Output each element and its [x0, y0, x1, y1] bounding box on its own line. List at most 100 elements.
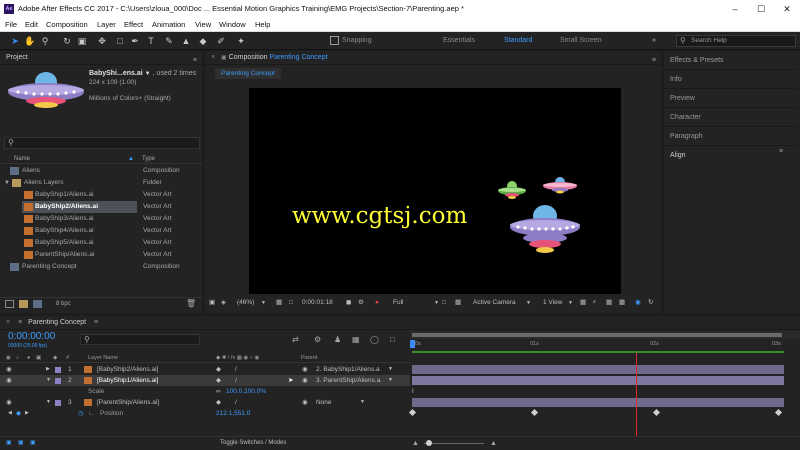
motion-blur-icon[interactable]: ◯ — [370, 335, 379, 344]
menu-edit[interactable]: Edit — [25, 18, 38, 32]
timecode-display[interactable]: 0:00:01:18 — [302, 297, 333, 309]
keyframe[interactable] — [652, 408, 661, 417]
frame-blending-icon[interactable]: ▦ — [352, 335, 360, 344]
work-area-bar[interactable] — [412, 351, 784, 353]
minimize-button[interactable]: – — [722, 0, 748, 18]
parent-dropdown[interactable]: 2. BabyShip1/Aliens.a — [316, 364, 380, 375]
keyframe[interactable] — [774, 408, 783, 417]
menu-layer[interactable]: Layer — [97, 18, 116, 32]
quality-switch-icon[interactable]: / — [235, 364, 237, 375]
composition-tab[interactable]: Parenting Concept — [215, 68, 281, 79]
layer-name[interactable]: [ParentShip/Aliens.ai] — [97, 397, 159, 408]
quality-switch-icon[interactable]: / — [235, 375, 237, 386]
pick-whip-icon[interactable]: ◉ — [302, 397, 308, 408]
views-dropdown[interactable]: 1 View — [543, 297, 562, 309]
position-value[interactable]: 212.1,551.0 — [216, 408, 250, 419]
safe-margins-icon[interactable]: ▦ — [276, 297, 282, 309]
panel-menu-icon[interactable]: ≡ — [193, 54, 197, 68]
layer-duration-bar[interactable] — [412, 376, 784, 385]
effects-presets-panel[interactable]: Effects & Presets — [664, 51, 797, 70]
lock-icon[interactable]: ▣ — [221, 55, 227, 61]
camera-tool-icon[interactable]: ▣ — [76, 35, 88, 47]
visibility-icon[interactable]: ◉ — [6, 397, 12, 408]
layer-name-column[interactable]: Layer Name — [88, 353, 118, 363]
collapse-transform-icon[interactable]: ◆ — [216, 375, 221, 386]
exposure-icon[interactable]: ◉ — [635, 297, 641, 309]
collapse-layer-icon[interactable]: ▼ — [46, 375, 51, 386]
graph-toggle-icon[interactable]: ∟ — [88, 408, 94, 419]
project-panel-title[interactable]: Project — [6, 54, 28, 61]
pan-behind-tool-icon[interactable]: ✥ — [96, 35, 108, 47]
time-navigator[interactable] — [410, 331, 800, 339]
paragraph-panel[interactable]: Paragraph — [664, 127, 797, 146]
selection-tool-icon[interactable]: ➤ — [9, 35, 21, 47]
playhead-line[interactable] — [636, 353, 638, 436]
property-row-position[interactable]: ◀ ◆ ▶ ◷ ∟ Position 212.1,551.0 — [0, 408, 410, 419]
sort-arrow-icon[interactable]: ▲ — [128, 154, 134, 164]
flowchart-icon[interactable]: ▦ — [619, 297, 625, 309]
label-color-swatch[interactable] — [55, 367, 61, 373]
workspace-essentials[interactable]: Essentials — [443, 32, 475, 50]
hand-tool-icon[interactable]: ✋ — [24, 35, 36, 47]
zoom-out-icon[interactable]: ▲ — [412, 437, 419, 450]
resolution-dropdown-arrow-icon[interactable]: ▼ — [434, 297, 439, 309]
close-tab-icon[interactable]: × — [6, 319, 10, 326]
layer-row[interactable]: ◉ ▶ 1 [BabyShip2/Aliens.ai] ◆ / ◉ 2. Bab… — [0, 364, 410, 375]
region-of-interest-icon[interactable]: □ — [442, 297, 446, 309]
type-tool-icon[interactable]: T — [145, 35, 157, 47]
keyframe[interactable] — [408, 408, 417, 417]
project-item[interactable]: BabyShip4/Aliens.ai Vector Art — [0, 225, 200, 237]
delete-icon[interactable]: 🗑 — [186, 298, 196, 310]
brush-tool-icon[interactable]: ✎ — [163, 35, 175, 47]
workspace-small-screen[interactable]: Small Screen — [560, 32, 602, 50]
menu-effect[interactable]: Effect — [124, 18, 143, 32]
rotation-tool-icon[interactable]: ↻ — [61, 35, 73, 47]
parent-dropdown[interactable]: None — [316, 397, 332, 408]
column-type[interactable]: Type — [142, 154, 155, 164]
graph-editor-icon[interactable]: □ — [390, 335, 395, 344]
menu-view[interactable]: View — [195, 18, 211, 32]
layer-name[interactable]: [BabyShip1/Aliens.ai] — [97, 375, 158, 386]
interpret-footage-icon[interactable] — [5, 300, 14, 308]
panel-menu-icon[interactable]: ≡ — [779, 148, 783, 155]
close-tab-icon[interactable]: × — [211, 54, 215, 61]
draft-3d-icon[interactable]: ⚙ — [314, 335, 321, 344]
composition-panel-name[interactable]: Parenting Concept — [270, 54, 328, 61]
snapping-checkbox[interactable] — [330, 36, 339, 45]
parent-column[interactable]: Parent — [301, 353, 317, 363]
camera-dropdown-arrow-icon[interactable]: ▼ — [526, 297, 531, 309]
project-item[interactable]: BabyShip2/Aliens.ai Vector Art — [0, 201, 200, 213]
project-item[interactable]: BabyShip5/Aliens.ai Vector Art — [0, 237, 200, 249]
collapse-transform-icon[interactable]: ◆ — [216, 397, 221, 408]
timeline-tab[interactable]: Parenting Concept — [28, 319, 86, 326]
project-item[interactable]: ▼ Aliens Layers Folder — [0, 177, 200, 189]
toggle-pixel-aspect-icon[interactable]: ▦ — [580, 297, 586, 309]
always-preview-icon[interactable]: ▣ — [209, 297, 215, 309]
timeline-zoom-slider[interactable] — [424, 443, 484, 444]
menu-composition[interactable]: Composition — [46, 18, 88, 32]
quality-switch-icon[interactable]: / — [235, 397, 237, 408]
property-row-scale[interactable]: Scale ∞ 100.0,100.0% — [0, 386, 410, 397]
preview-panel[interactable]: Preview — [664, 89, 797, 108]
stopwatch-icon[interactable]: ◷ — [78, 408, 84, 419]
comp-mini-flowchart-icon[interactable]: ⇄ — [292, 335, 299, 344]
project-item[interactable]: BabyShip1/Aliens.ai Vector Art — [0, 189, 200, 201]
panel-menu-icon[interactable]: ≡ — [652, 54, 656, 68]
composition-viewer[interactable]: www.cgtsj.com — [249, 88, 621, 294]
project-item[interactable]: Parenting Concept Composition — [0, 261, 200, 273]
fast-previews-icon[interactable]: ⚡ — [592, 297, 597, 309]
add-keyframe-icon[interactable]: ◆ — [16, 408, 21, 419]
maximize-button[interactable]: ☐ — [748, 0, 774, 18]
transfer-controls-icon[interactable]: ▣ — [18, 437, 24, 450]
toggle-switches-modes[interactable]: Toggle Switches / Modes — [220, 437, 286, 450]
keyframe-nav-right-icon[interactable]: ▶ — [25, 408, 29, 419]
parent-dropdown-arrow-icon[interactable]: ▼ — [388, 364, 393, 375]
scale-value[interactable]: 100.0,100.0% — [226, 386, 266, 397]
in-out-panes-icon[interactable]: ▣ — [30, 437, 36, 450]
project-search-input[interactable]: ⚲ — [4, 137, 200, 149]
zoom-level-dropdown[interactable]: (46%) — [237, 297, 254, 309]
current-time-indicator[interactable] — [410, 340, 415, 348]
constrain-proportions-icon[interactable]: ∞ — [216, 386, 221, 397]
timeline-zoom-thumb[interactable] — [426, 440, 432, 446]
new-composition-icon[interactable] — [33, 300, 42, 308]
